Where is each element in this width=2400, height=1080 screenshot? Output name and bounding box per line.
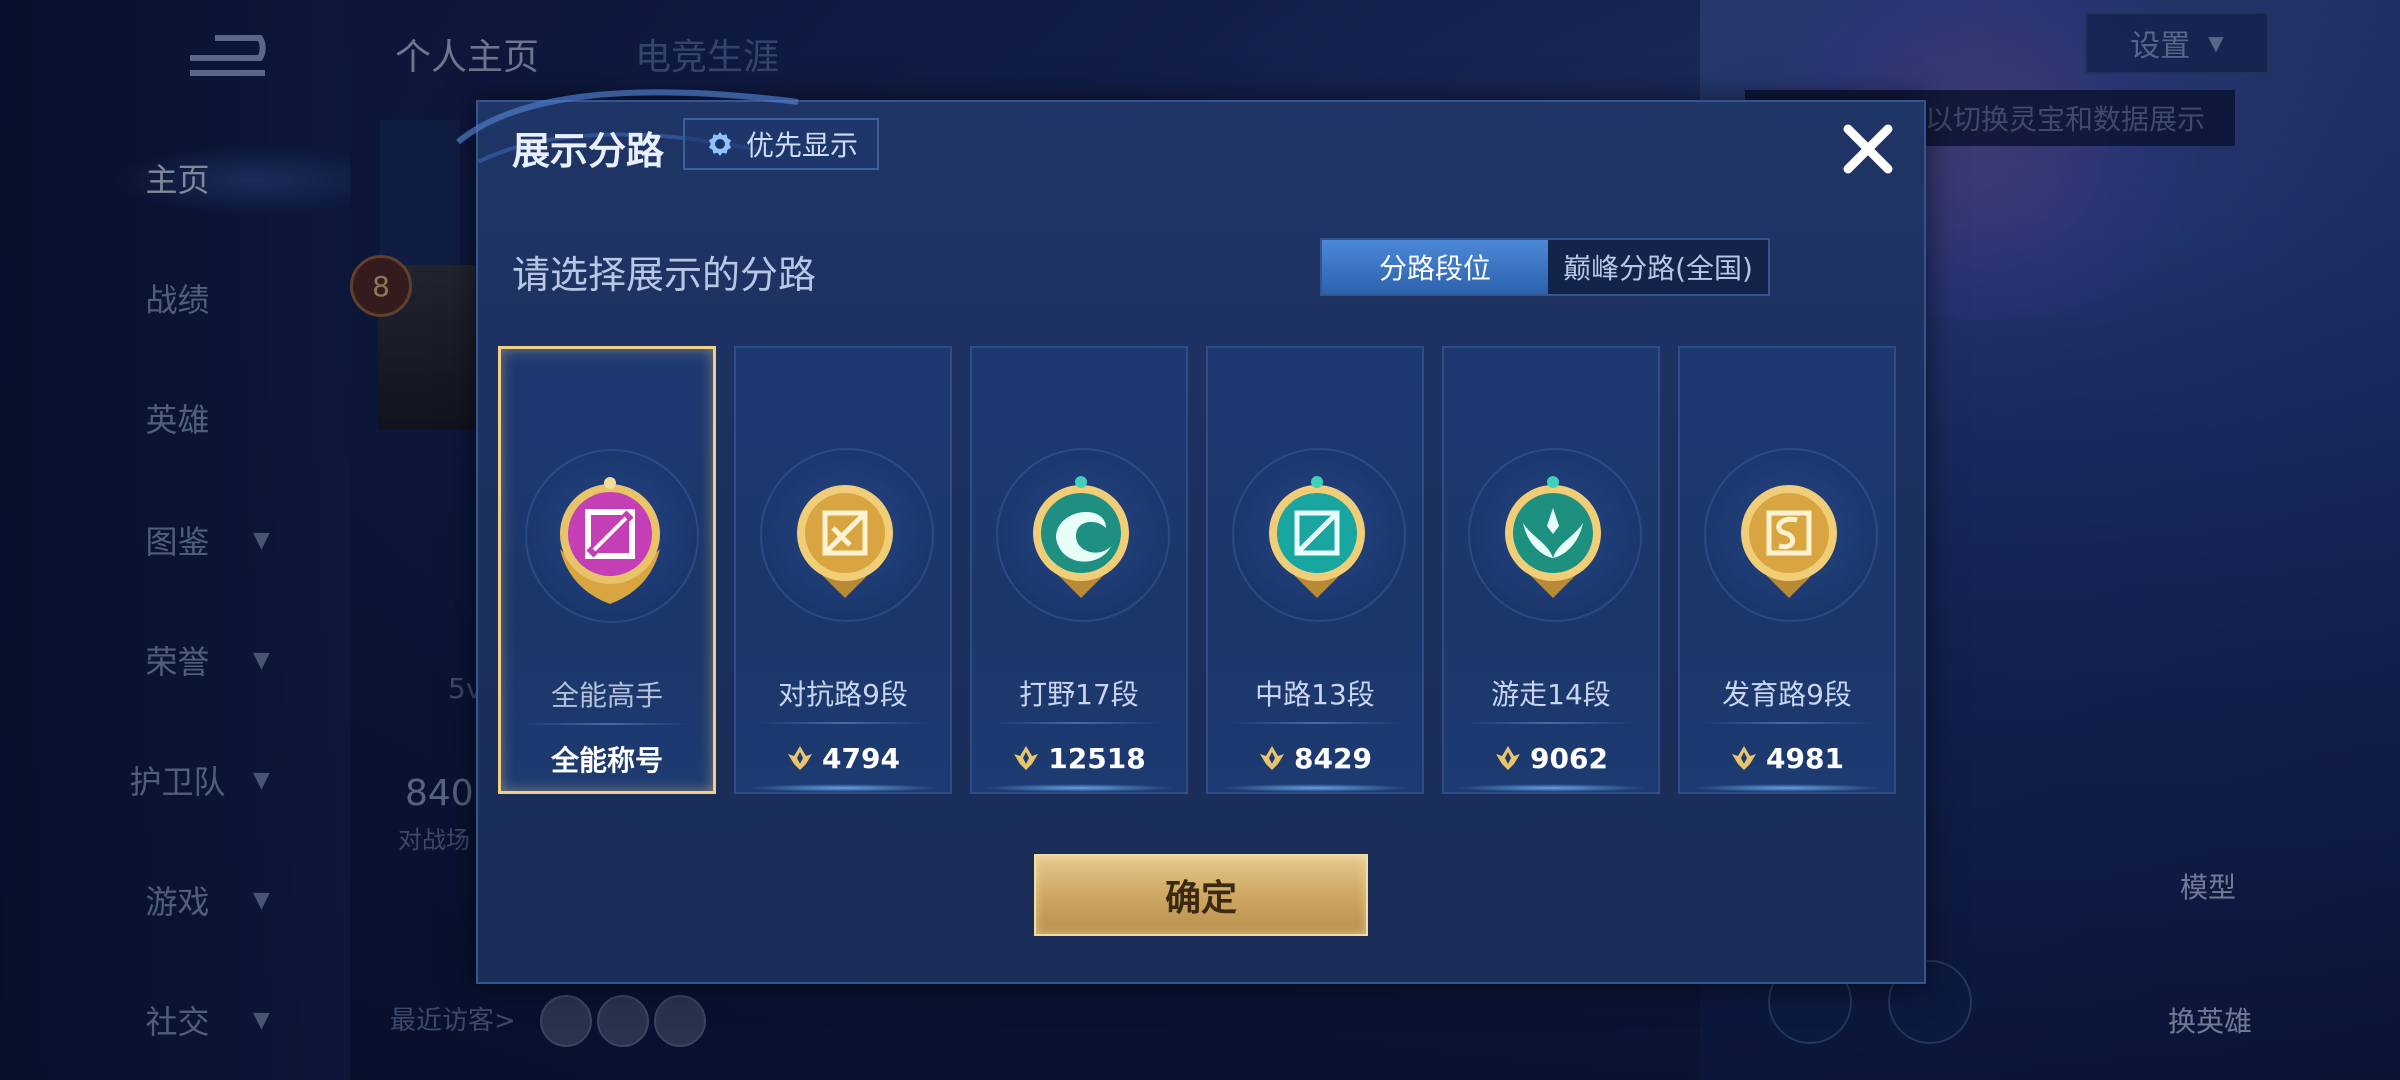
power-points-icon: [1732, 746, 1757, 770]
lane-card-farm-lane[interactable]: 发育路9段 4981: [1678, 346, 1896, 794]
lane-rank-label: 发育路9段: [1722, 678, 1852, 711]
lane-card-list: 全能高手 全能称号 对抗路9段 4794 打野17段 12518 中路13段 8…: [498, 346, 1918, 796]
divider: [1466, 722, 1636, 724]
priority-display-label: 优先显示: [745, 129, 858, 162]
card-glow: [1218, 784, 1412, 792]
lane-value: 4794: [736, 738, 950, 778]
lane-rank-label: 全能高手: [550, 679, 663, 712]
confirm-button[interactable]: 确定: [1034, 854, 1368, 936]
lane-rank-label: 对抗路9段: [778, 678, 908, 711]
power-points-icon: [1014, 746, 1039, 770]
divider: [523, 723, 691, 725]
close-icon: [1843, 124, 1893, 174]
lane-card-mid-lane[interactable]: 中路13段 8429: [1206, 346, 1424, 794]
lane-rank-label: 游走14段: [1491, 678, 1611, 711]
roam-emblem-icon: [1505, 476, 1601, 598]
lane-value: 全能称号: [550, 744, 663, 777]
clash-lane-emblem-icon: [797, 485, 893, 598]
divider: [994, 722, 1164, 724]
tab-lane-rank[interactable]: 分路段位: [1322, 240, 1548, 294]
lane-card-roam[interactable]: 游走14段 9062: [1442, 346, 1660, 794]
divider: [1702, 722, 1872, 724]
lane-rank-label: 打野17段: [1019, 678, 1139, 711]
farm-lane-emblem-icon: [1741, 485, 1837, 598]
lane-value: 12518: [972, 738, 1186, 778]
power-points-icon: [1260, 746, 1285, 770]
close-button[interactable]: [1833, 114, 1903, 184]
power-points-icon: [788, 746, 813, 770]
lane-card-jungle[interactable]: 打野17段 12518: [970, 346, 1188, 794]
priority-display-button[interactable]: 优先显示: [683, 118, 879, 170]
jungle-emblem-icon: [1033, 476, 1129, 598]
lane-rank-label: 中路13段: [1255, 678, 1375, 711]
card-glow: [1454, 784, 1648, 792]
all-round-emblem-icon: [560, 477, 660, 604]
card-glow: [982, 784, 1176, 792]
power-points-icon: [1496, 746, 1521, 770]
lane-value: 9062: [1444, 738, 1658, 778]
dialog-title: 展示分路: [512, 129, 665, 173]
gear-icon: [708, 132, 731, 156]
divider: [1230, 722, 1400, 724]
lane-card-all-round[interactable]: 全能高手 全能称号: [498, 346, 716, 794]
lane-value: 8429: [1208, 738, 1422, 778]
lane-card-clash-lane[interactable]: 对抗路9段 4794: [734, 346, 952, 794]
divider: [758, 722, 928, 724]
segment-switch: 分路段位 巅峰分路(全国): [1320, 238, 1770, 296]
card-glow: [1690, 784, 1884, 792]
tab-peak-lane-national[interactable]: 巅峰分路(全国): [1548, 240, 1768, 294]
mid-lane-emblem-icon: [1269, 476, 1365, 598]
dialog-subtitle: 请选择展示的分路: [512, 253, 817, 297]
lane-value: 4981: [1680, 738, 1894, 778]
lane-display-dialog: 展示分路 优先显示 请选择展示的分路 分路段位 巅峰分路(全国) 全能高手 全能…: [456, 89, 1926, 984]
card-glow: [746, 784, 940, 792]
